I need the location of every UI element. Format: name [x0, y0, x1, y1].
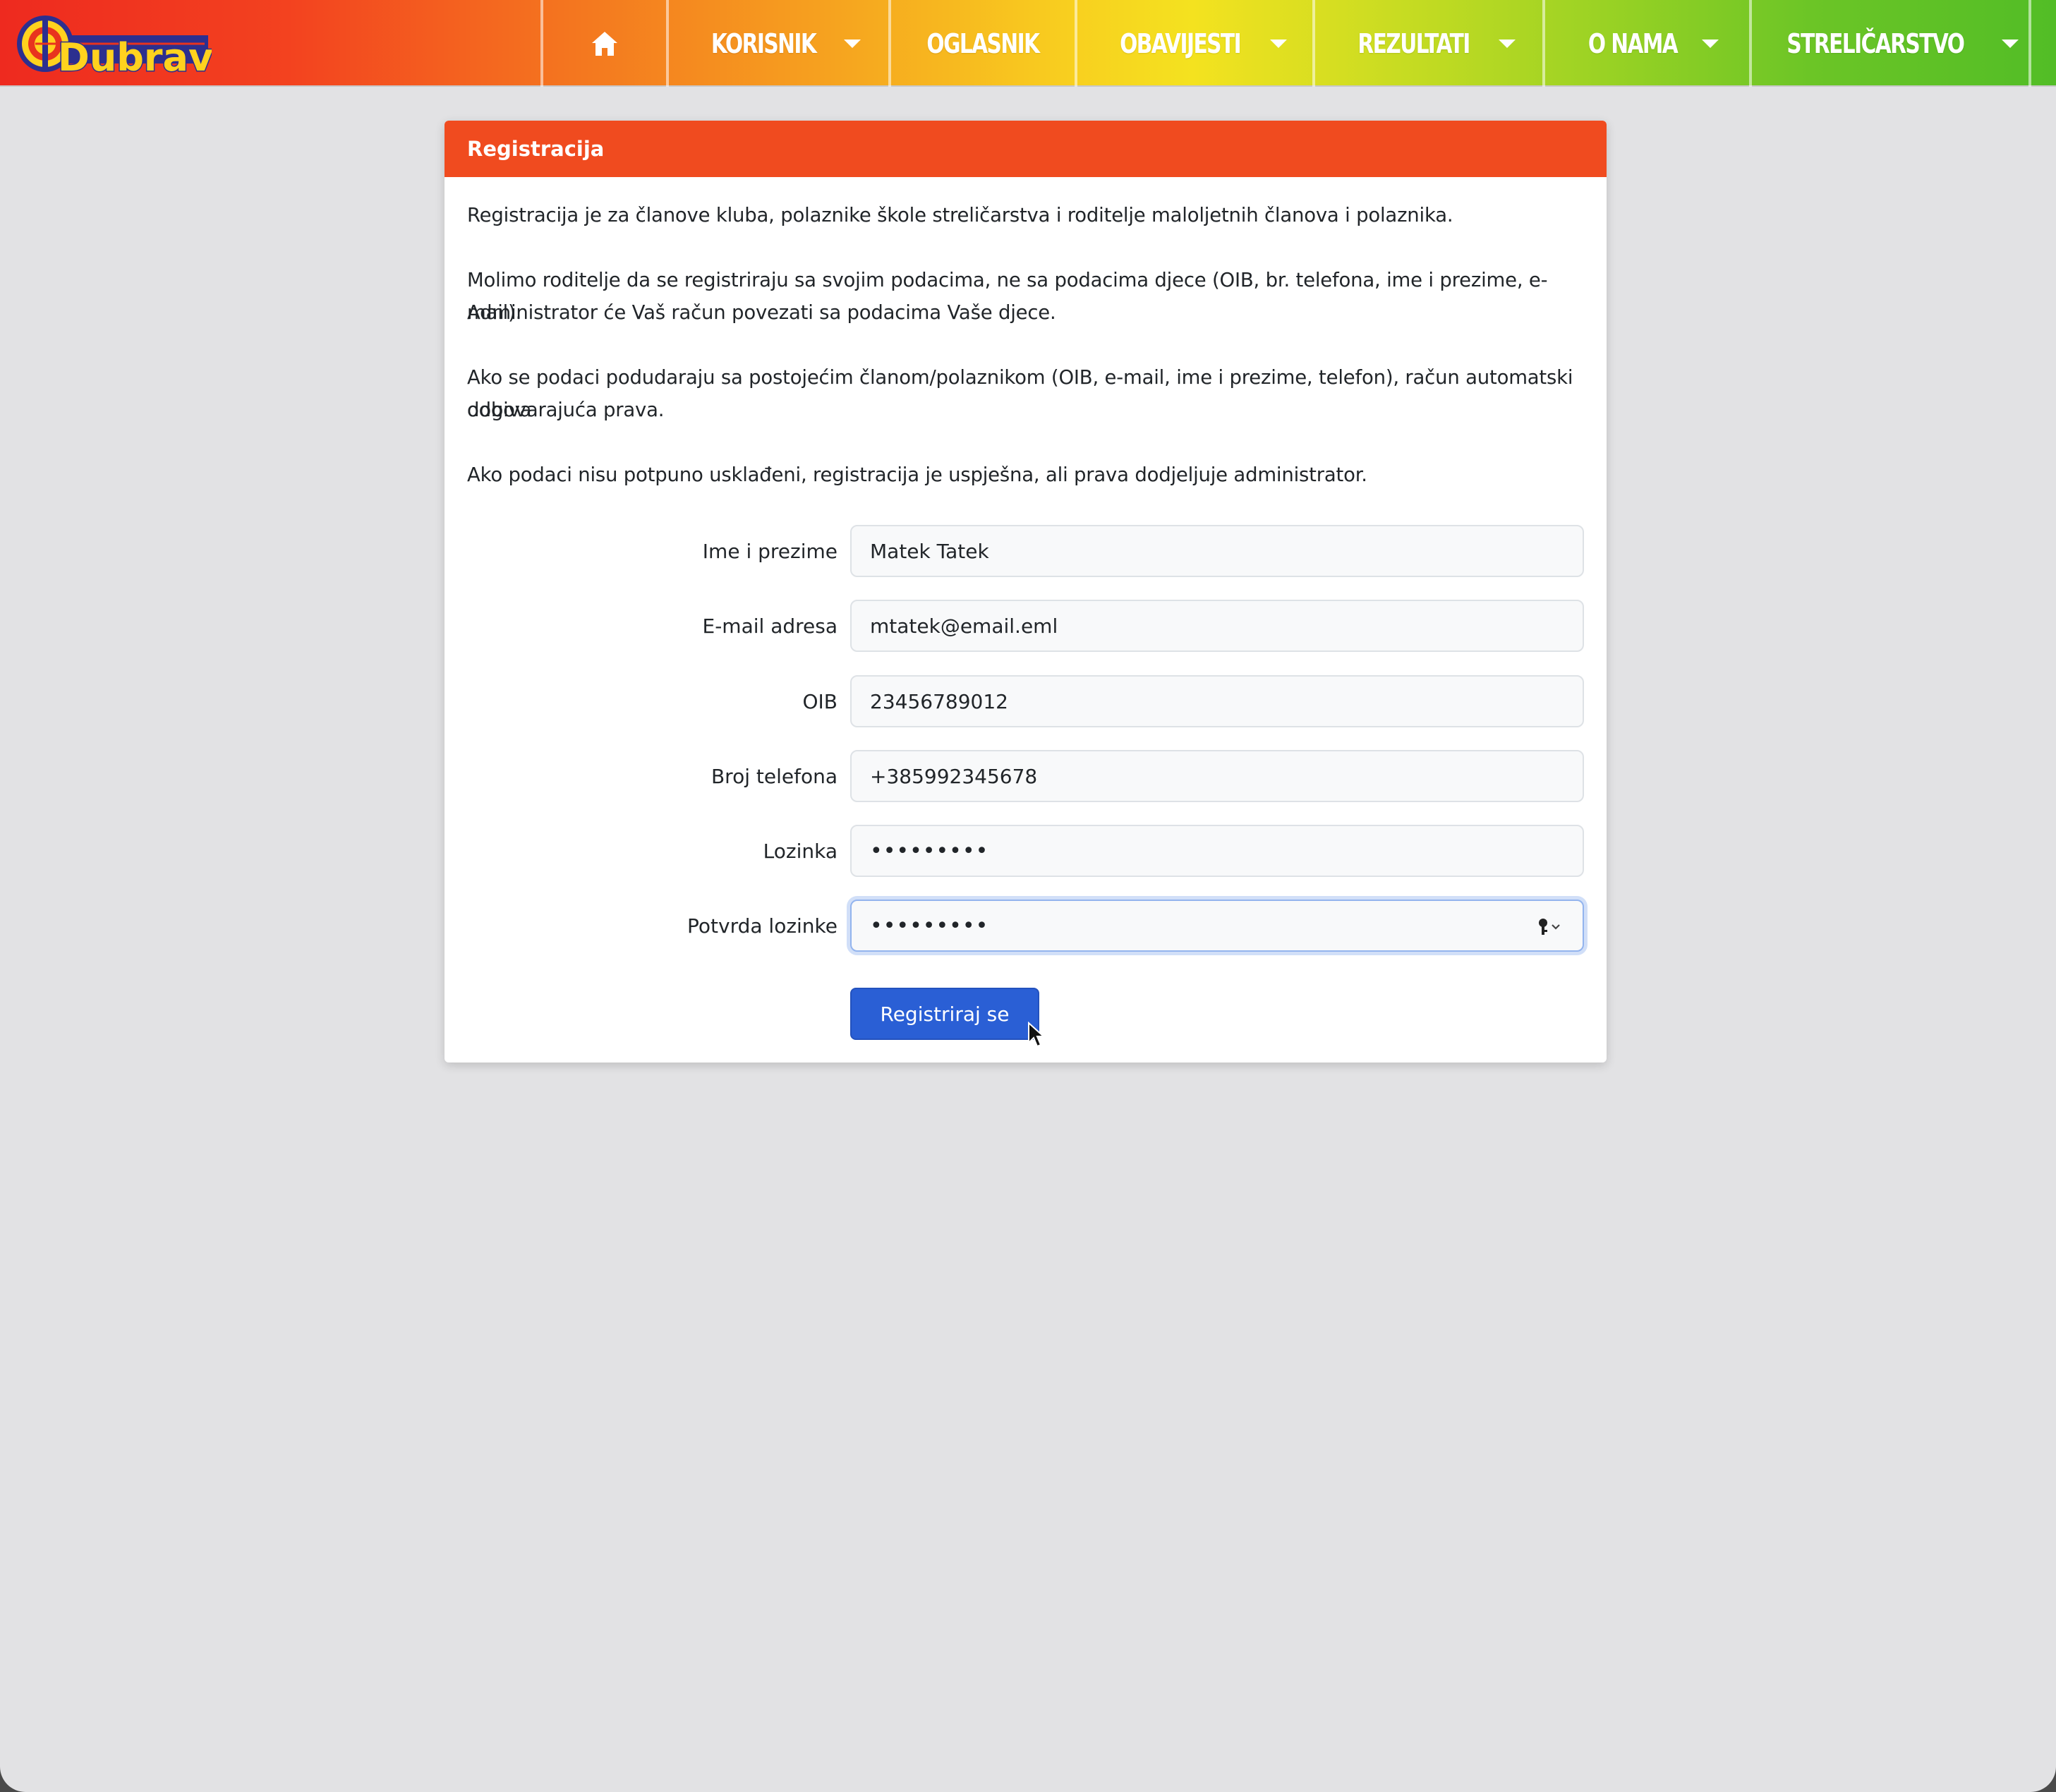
- nav-korisnik[interactable]: KORISNIK: [666, 0, 888, 87]
- form-row-name: Ime i prezime Matek Tatek: [445, 525, 1607, 577]
- intro-paragraph: Registracija je za članove kluba, polazn…: [467, 204, 1453, 226]
- password-key-icon[interactable]: [1535, 916, 1563, 938]
- matching-paragraph-line2: odgovarajuća prava.: [467, 399, 665, 421]
- nav-oglasnik-label: OGLASNIK: [926, 28, 1040, 59]
- chevron-down-icon: [1702, 39, 1719, 48]
- password-confirm-input[interactable]: •••••••••: [850, 900, 1584, 952]
- chevron-down-icon: [843, 39, 861, 48]
- password-confirm-value: •••••••••: [870, 913, 989, 938]
- nav-strelicarstvo-label: STRELIČARSTVO: [1786, 28, 1966, 59]
- nav-o-nama[interactable]: O NAMA: [1542, 0, 1749, 87]
- card-title: Registracija: [445, 121, 1607, 177]
- nav-o-nama-label: O NAMA: [1588, 28, 1678, 59]
- email-input[interactable]: mtatek@email.eml: [850, 600, 1584, 652]
- nav-obavijesti-label: OBAVIJESTI: [1120, 28, 1242, 59]
- admin-paragraph: Ako podaci nisu potpuno usklađeni, regis…: [467, 464, 1367, 486]
- password-input[interactable]: •••••••••: [850, 825, 1584, 877]
- registration-card: Registracija Registracija je za članove …: [445, 121, 1607, 1063]
- form-row-email: E-mail adresa mtatek@email.eml: [445, 600, 1607, 652]
- club-logo[interactable]: Dubrava: [14, 7, 240, 81]
- phone-input[interactable]: +385992345678: [850, 750, 1584, 802]
- main-nav: KORISNIK OGLASNIK OBAVIJESTI REZULTATI O…: [540, 0, 2031, 87]
- form-row-password-confirm: Potvrda lozinke •••••••••: [445, 900, 1607, 952]
- email-label: E-mail adresa: [702, 614, 838, 638]
- nav-obavijesti[interactable]: OBAVIJESTI: [1075, 0, 1312, 87]
- password-confirm-label: Potvrda lozinke: [687, 914, 837, 938]
- oib-label: OIB: [802, 689, 837, 713]
- mouse-cursor-icon: [1028, 1022, 1044, 1048]
- form-row-password: Lozinka •••••••••: [445, 825, 1607, 877]
- home-icon: [592, 31, 617, 56]
- password-label: Lozinka: [763, 839, 837, 863]
- logo-text: Dubrava: [58, 35, 212, 80]
- name-input[interactable]: Matek Tatek: [850, 525, 1584, 577]
- nav-korisnik-label: KORISNIK: [711, 28, 817, 59]
- oib-input[interactable]: 23456789012: [850, 675, 1584, 727]
- top-navbar: Dubrava KORISNIK OGLASNIK OBAVIJESTI REZ: [0, 0, 2056, 87]
- browser-viewport: Dubrava KORISNIK OGLASNIK OBAVIJESTI REZ: [0, 0, 2056, 1792]
- logo-graphic: Dubrava: [17, 16, 240, 81]
- nav-rezultati-label: REZULTATI: [1357, 28, 1471, 59]
- nav-strelicarstvo[interactable]: STRELIČARSTVO: [1749, 0, 2031, 87]
- nav-oglasnik[interactable]: OGLASNIK: [888, 0, 1075, 87]
- nav-home[interactable]: [540, 0, 666, 87]
- nav-rezultati[interactable]: REZULTATI: [1312, 0, 1542, 87]
- name-label: Ime i prezime: [702, 539, 837, 563]
- parents-paragraph-line2: Administrator će Vaš račun povezati sa p…: [467, 301, 1056, 324]
- form-row-oib: OIB 23456789012: [445, 675, 1607, 727]
- register-button[interactable]: Registriraj se: [850, 988, 1039, 1040]
- chevron-down-icon: [1498, 39, 1516, 48]
- form-row-phone: Broj telefona +385992345678: [445, 750, 1607, 802]
- chevron-down-icon: [2001, 39, 2019, 48]
- chevron-down-icon: [1270, 39, 1288, 48]
- phone-label: Broj telefona: [710, 764, 837, 788]
